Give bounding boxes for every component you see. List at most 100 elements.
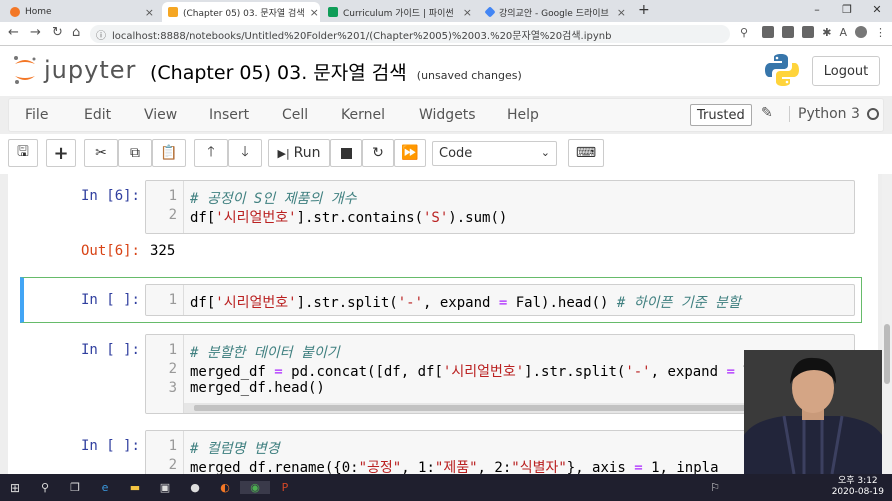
menu-help[interactable]: Help [507,107,539,123]
close-tab-icon[interactable]: × [617,6,626,19]
cell-type-select[interactable]: Code ⌄ [432,141,557,166]
webcam-overlay [744,350,882,474]
edit-mode-pencil-icon: ✎ [761,105,773,121]
input-prompt: In [6]: [80,188,140,204]
browser-tab-home[interactable]: Home × [4,2,160,22]
menu-kebab-icon[interactable]: ⋮ [875,26,886,39]
code-token: # 분할한 데이터 붙이기 [190,345,340,361]
powerpoint-icon[interactable]: P [270,481,300,494]
close-tab-icon[interactable]: × [145,6,154,19]
logout-button[interactable]: Logout [812,56,880,86]
taskbar-clock: 오후 3:12 2020-08-19 [832,476,884,498]
code-token: 'S' [423,210,449,226]
input-prompt: In [ ]: [80,438,140,454]
paste-icon: 📋 [160,145,178,161]
store-icon[interactable]: ▣ [150,481,180,494]
save-button[interactable]: 🖫 [8,139,38,167]
jupyter-logo[interactable]: jupyter [12,54,136,86]
code-token: # 컬럼명 변경 [190,441,280,457]
clock-date: 2020-08-19 [831,487,884,497]
back-icon[interactable]: ← [8,26,19,40]
close-window-icon[interactable]: ✕ [862,0,892,22]
kernel-name[interactable]: Python 3 [789,106,860,122]
notebook-title[interactable]: (Chapter 05) 03. 문자열 검색 (unsaved changes… [150,58,522,85]
line-number: 2 [168,457,177,473]
copy-button[interactable]: ⧉ [118,139,152,167]
menu-widgets[interactable]: Widgets [419,107,476,123]
run-button[interactable]: ▶| Run [268,139,330,167]
extension-icon[interactable] [762,26,775,38]
line-number: 2 [168,361,177,377]
zoom-icon[interactable]: ⚲ [740,26,748,40]
close-tab-icon[interactable]: × [463,6,472,19]
move-down-button[interactable]: 🡓 [228,139,262,167]
move-up-button[interactable]: 🡑 [194,139,228,167]
menu-insert[interactable]: Insert [209,107,249,123]
code-line: # 컬럼명 변경 [190,438,280,458]
code-line: df['시리얼번호'].str.contains('S').sum() [190,207,507,227]
jupyter-taskbar-icon[interactable]: ◐ [210,481,240,494]
code-token: merged_df [190,364,275,380]
vertical-scrollbar[interactable] [882,174,892,474]
drive-favicon-icon [484,6,496,18]
edge-icon[interactable]: e [90,481,120,494]
profile-icon[interactable]: A [839,26,847,39]
avatar[interactable] [855,26,867,38]
interrupt-button[interactable] [330,139,362,167]
windows-taskbar: ⊞ ⚲ ❐ e ▬ ▣ ● ◐ ◉ P ⚐ 오후 3:12 2020-08-19 [0,474,892,501]
kernel-idle-indicator-icon [867,108,879,120]
cut-button[interactable]: ✂ [84,139,118,167]
task-view-icon[interactable]: ❐ [60,481,90,494]
python-logo-icon [765,54,799,86]
line-number: 1 [168,188,177,204]
new-tab-button[interactable]: + [638,2,650,18]
windows-start-icon[interactable]: ⊞ [0,481,30,495]
cell-type-value: Code [439,146,473,161]
code-token: '시리얼번호' [215,295,297,311]
trusted-indicator[interactable]: Trusted [690,104,752,126]
restore-icon[interactable]: ❐ [832,0,862,22]
file-explorer-icon[interactable]: ▬ [120,481,150,494]
reload-icon[interactable]: ↻ [52,26,63,40]
code-token: '-' [397,295,424,311]
menu-cell[interactable]: Cell [282,107,308,123]
menu-edit[interactable]: Edit [84,107,111,123]
horizontal-scrollbar-thumb[interactable] [194,405,794,411]
code-token: df[ [190,295,216,311]
plus-icon: + [53,142,69,164]
menu-view[interactable]: View [144,107,177,123]
restart-button[interactable]: ↻ [362,139,394,167]
jupyter-favicon-icon [10,7,20,17]
forward-icon[interactable]: → [30,26,41,40]
search-icon[interactable]: ⚲ [30,481,60,494]
code-cell-input[interactable]: 1 2 # 공정이 S인 제품의 개수 df['시리얼번호'].str.contain… [145,180,855,234]
line-number-gutter: 12 [146,181,184,233]
chrome-icon[interactable]: ◉ [240,481,270,494]
insert-cell-button[interactable]: + [46,139,76,167]
browser-tab-curriculum[interactable]: Curriculum 가이드 | 파이썬을 통 × [322,2,478,22]
code-cell-input[interactable]: 1 df['시리얼번호'].str.split('-', expand = Fal… [145,284,855,316]
line-number: 2 [168,207,177,223]
restart-run-all-button[interactable]: ⏩ [394,139,426,167]
network-icon[interactable]: ⚐ [700,481,730,494]
save-status: (unsaved changes) [416,69,522,82]
scrollbar-thumb[interactable] [884,324,890,384]
command-palette-button[interactable]: ⌨ [568,139,604,167]
browser-tab-drive[interactable]: 강의교안 - Google 드라이브 × [480,2,632,22]
browser-tab-notebook[interactable]: (Chapter 05) 03. 문자열 검색 × [162,2,320,22]
menu-kernel[interactable]: Kernel [341,107,385,123]
url-text: localhost:8888/notebooks/Untitled%20Fold… [112,30,612,42]
home-icon[interactable]: ⌂ [72,26,80,40]
github-icon[interactable]: ● [180,481,210,494]
puzzle-icon[interactable]: ✱ [822,26,831,39]
info-icon[interactable]: ⓘ [96,27,106,42]
close-tab-icon[interactable]: × [310,6,319,19]
minimize-icon[interactable]: – [802,0,832,22]
extension-icon[interactable] [802,26,815,38]
address-bar-row: ← → ↻ ⌂ ⓘ localhost:8888/notebooks/Untit… [0,22,892,46]
url-field[interactable]: ⓘ localhost:8888/notebooks/Untitled%20Fo… [90,25,730,43]
paste-button[interactable]: 📋 [152,139,186,167]
extension-icon[interactable] [782,26,795,38]
arrow-down-icon: 🡓 [241,144,249,160]
menu-file[interactable]: File [25,107,48,123]
